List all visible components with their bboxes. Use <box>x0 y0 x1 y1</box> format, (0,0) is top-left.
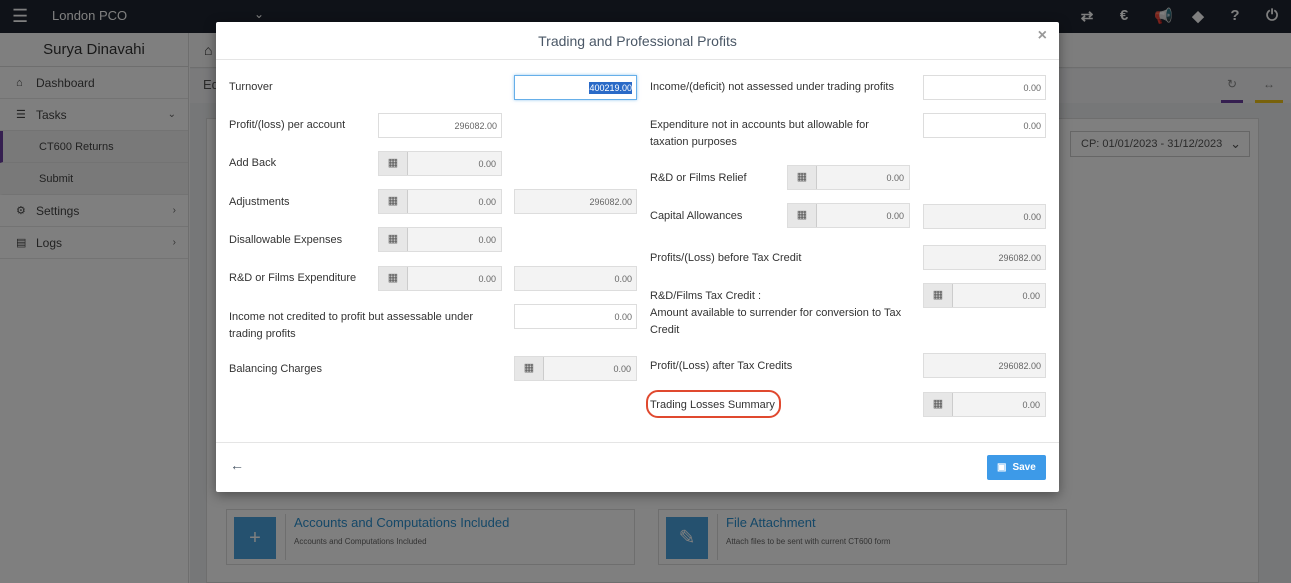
adjustments-field: ▦ 0.00 <box>378 189 502 214</box>
close-icon[interactable]: × <box>1038 27 1047 45</box>
balancing-charges-label: Balancing Charges <box>229 363 322 375</box>
income-not-credited-input[interactable]: 0.00 <box>514 304 637 329</box>
balancing-charges-field: ▦ 0.00 <box>514 356 637 381</box>
capital-allowances-total: 0.00 <box>923 204 1046 229</box>
turnover-value: 400219.00 <box>589 82 632 94</box>
floppy-disk-icon: ▣ <box>997 462 1007 473</box>
calculator-icon[interactable]: ▦ <box>379 190 408 213</box>
balancing-charges-value: 0.00 <box>613 364 631 374</box>
profit-after-credits-label: Profit/(Loss) after Tax Credits <box>650 360 793 372</box>
rd-tax-credit-label: R&D/Films Tax Credit : Amount available … <box>650 290 902 336</box>
adjustments-value: 0.00 <box>478 197 496 207</box>
rd-expenditure-label: R&D or Films Expenditure <box>229 272 357 284</box>
capital-allowances-value: 0.00 <box>886 211 904 221</box>
disallowable-label: Disallowable Expenses <box>229 234 343 246</box>
turnover-label: Turnover <box>229 81 273 93</box>
income-not-assessed-input[interactable]: 0.00 <box>923 75 1046 100</box>
calculator-icon[interactable]: ▦ <box>379 152 408 175</box>
modal-footer: ← ▣ Save <box>216 442 1059 492</box>
rd-expenditure-value: 0.00 <box>478 274 496 284</box>
capital-allowances-field: ▦ 0.00 <box>787 203 910 228</box>
capital-allowances-label: Capital Allowances <box>650 210 743 222</box>
add-back-label: Add Back <box>229 157 277 169</box>
profits-before-credit-label: Profits/(Loss) before Tax Credit <box>650 252 802 264</box>
trading-losses-summary-value: 0.00 <box>1022 400 1040 410</box>
highlight-ring <box>646 390 781 418</box>
calculator-icon[interactable]: ▦ <box>379 267 408 290</box>
calculator-icon[interactable]: ▦ <box>924 284 953 307</box>
modal-header: Trading and Professional Profits × <box>216 22 1059 60</box>
modal-title: Trading and Professional Profits <box>538 33 737 49</box>
rd-relief-field: ▦ 0.00 <box>787 165 910 190</box>
add-back-value: 0.00 <box>478 159 496 169</box>
rd-tax-credit-field: ▦ 0.00 <box>923 283 1046 308</box>
rd-relief-label: R&D or Films Relief <box>650 172 747 184</box>
income-not-assessed-label: Income/(deficit) not assessed under trad… <box>650 81 894 93</box>
rd-expenditure-field: ▦ 0.00 <box>378 266 502 291</box>
rd-tax-credit-value: 0.00 <box>1022 291 1040 301</box>
back-arrow-icon[interactable]: ← <box>230 457 244 473</box>
profits-before-credit-value: 296082.00 <box>923 245 1046 270</box>
calculator-icon[interactable]: ▦ <box>515 357 544 380</box>
disallowable-field: ▦ 0.00 <box>378 227 502 252</box>
profit-per-account-input[interactable]: 296082.00 <box>378 113 502 138</box>
save-button[interactable]: ▣ Save <box>987 455 1046 480</box>
disallowable-value: 0.00 <box>478 235 496 245</box>
profit-per-account-label: Profit/(loss) per account <box>229 119 346 131</box>
calculator-icon[interactable]: ▦ <box>379 228 408 251</box>
trading-profits-dialog: Trading and Professional Profits × Turno… <box>216 22 1059 492</box>
expenditure-allowable-label: Expenditure not in accounts but allowabl… <box>650 119 869 148</box>
profit-after-credits-value: 296082.00 <box>923 353 1046 378</box>
adjustments-total: 296082.00 <box>514 189 637 214</box>
add-back-field: ▦ 0.00 <box>378 151 502 176</box>
calculator-icon[interactable]: ▦ <box>788 166 817 189</box>
expenditure-allowable-input[interactable]: 0.00 <box>923 113 1046 138</box>
trading-losses-summary-field: ▦ 0.00 <box>923 392 1046 417</box>
income-not-credited-label: Income not credited to profit but assess… <box>229 311 473 340</box>
rd-expenditure-total: 0.00 <box>514 266 637 291</box>
calculator-icon[interactable]: ▦ <box>788 204 817 227</box>
rd-relief-value: 0.00 <box>886 173 904 183</box>
save-label: Save <box>1012 462 1036 473</box>
turnover-input[interactable]: 400219.00 <box>514 75 637 100</box>
adjustments-label: Adjustments <box>229 196 290 208</box>
calculator-icon[interactable]: ▦ <box>924 393 953 416</box>
